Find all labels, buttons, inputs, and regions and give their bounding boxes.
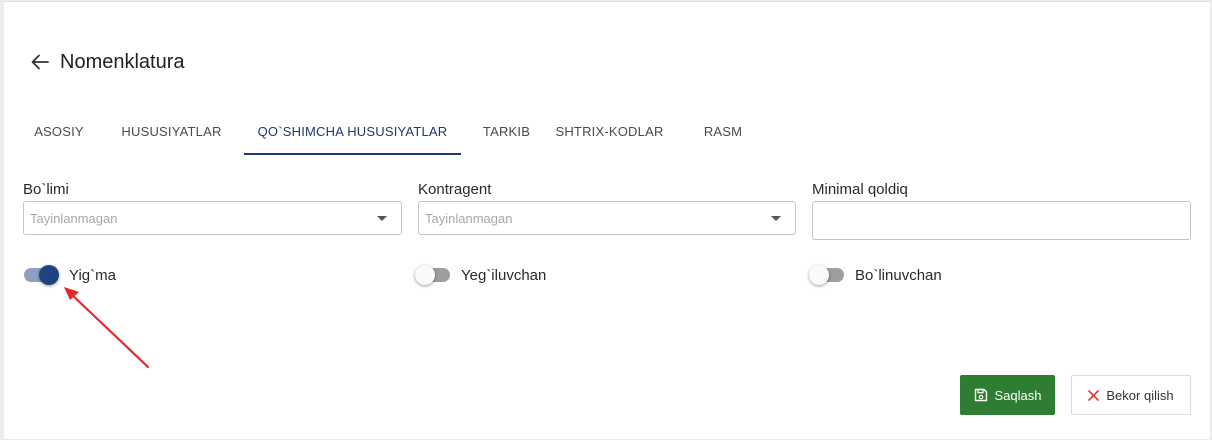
annotation-arrow-icon xyxy=(64,287,150,369)
tab-bar: ASOSIY HUSUSIYATLAR QO`SHIMCHA HUSUSIYAT… xyxy=(19,108,779,155)
yigma-switch[interactable] xyxy=(23,263,61,287)
bolinuvchan-label: Bo`linuvchan xyxy=(855,266,942,284)
tab-qoshimcha-hususiyatlar[interactable]: QO`SHIMCHA HUSUSIYATLAR xyxy=(244,108,461,155)
yegiluvchan-toggle-row: Yeg`iluvchan xyxy=(415,263,546,287)
close-icon xyxy=(1088,389,1100,401)
cancel-button[interactable]: Bekor qilish xyxy=(1071,375,1191,415)
bolimi-label: Bo`limi xyxy=(23,181,69,198)
switch-thumb xyxy=(415,265,435,285)
yegiluvchan-label: Yeg`iluvchan xyxy=(461,266,547,284)
bolinuvchan-switch[interactable] xyxy=(809,263,847,287)
page-header: Nomenklatura xyxy=(30,48,185,76)
cancel-button-label: Bekor qilish xyxy=(1106,387,1174,403)
tab-hususiyatlar[interactable]: HUSUSIYATLAR xyxy=(99,108,244,155)
tab-rasm[interactable]: RASM xyxy=(667,108,779,155)
tab-shtrix-kodlar[interactable]: SHTRIX-KODLAR xyxy=(552,108,667,155)
kontragent-placeholder: Tayinlanmagan xyxy=(425,210,513,226)
minimal-qoldiq-input[interactable] xyxy=(812,201,1191,240)
yigma-toggle-row: Yig`ma xyxy=(23,263,116,287)
switch-thumb xyxy=(39,265,59,285)
yigma-label: Yig`ma xyxy=(69,266,116,284)
caret-down-icon xyxy=(771,216,781,221)
back-button[interactable] xyxy=(30,52,50,72)
caret-down-icon xyxy=(377,216,387,221)
yegiluvchan-switch[interactable] xyxy=(415,263,453,287)
switch-thumb xyxy=(809,265,829,285)
bolimi-placeholder: Tayinlanmagan xyxy=(30,210,118,226)
bolimi-select[interactable]: Tayinlanmagan xyxy=(23,201,402,235)
minimal-qoldiq-label: Minimal qoldiq xyxy=(812,181,908,198)
tab-asosiy[interactable]: ASOSIY xyxy=(19,108,99,155)
floppy-disk-icon xyxy=(974,388,988,402)
kontragent-select[interactable]: Tayinlanmagan xyxy=(418,201,796,235)
page-title: Nomenklatura xyxy=(60,50,185,73)
bolinuvchan-toggle-row: Bo`linuvchan xyxy=(809,263,942,287)
arrow-left-icon xyxy=(31,54,49,70)
save-button[interactable]: Saqlash xyxy=(960,375,1055,415)
nomenklatura-dialog: Nomenklatura ASOSIY HUSUSIYATLAR QO`SHIM… xyxy=(4,1,1210,439)
kontragent-label: Kontragent xyxy=(418,181,492,198)
save-button-label: Saqlash xyxy=(994,387,1042,403)
tab-tarkib[interactable]: TARKIB xyxy=(461,108,552,155)
